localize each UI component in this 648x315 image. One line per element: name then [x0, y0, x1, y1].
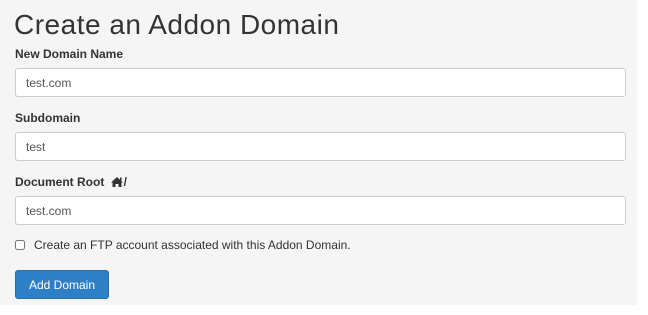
ftp-account-checkbox[interactable] — [15, 240, 25, 250]
new-domain-label: New Domain Name — [15, 47, 124, 61]
page-title: Create an Addon Domain — [14, 9, 340, 40]
document-root-label: Document Root — [15, 175, 105, 189]
addon-domain-panel: Create an Addon Domain New Domain Name S… — [0, 0, 637, 305]
document-root-separator: / — [123, 175, 128, 189]
ftp-account-option[interactable]: Create an FTP account associated with th… — [15, 238, 351, 252]
ftp-account-label: Create an FTP account associated with th… — [34, 238, 351, 252]
subdomain-label: Subdomain — [15, 111, 81, 125]
home-icon — [110, 176, 124, 192]
subdomain-input[interactable] — [15, 132, 626, 161]
new-domain-input[interactable] — [15, 68, 626, 97]
document-root-input[interactable] — [15, 196, 626, 225]
document-root-label-row: Document Root / — [15, 174, 127, 192]
add-domain-button[interactable]: Add Domain — [15, 270, 109, 299]
